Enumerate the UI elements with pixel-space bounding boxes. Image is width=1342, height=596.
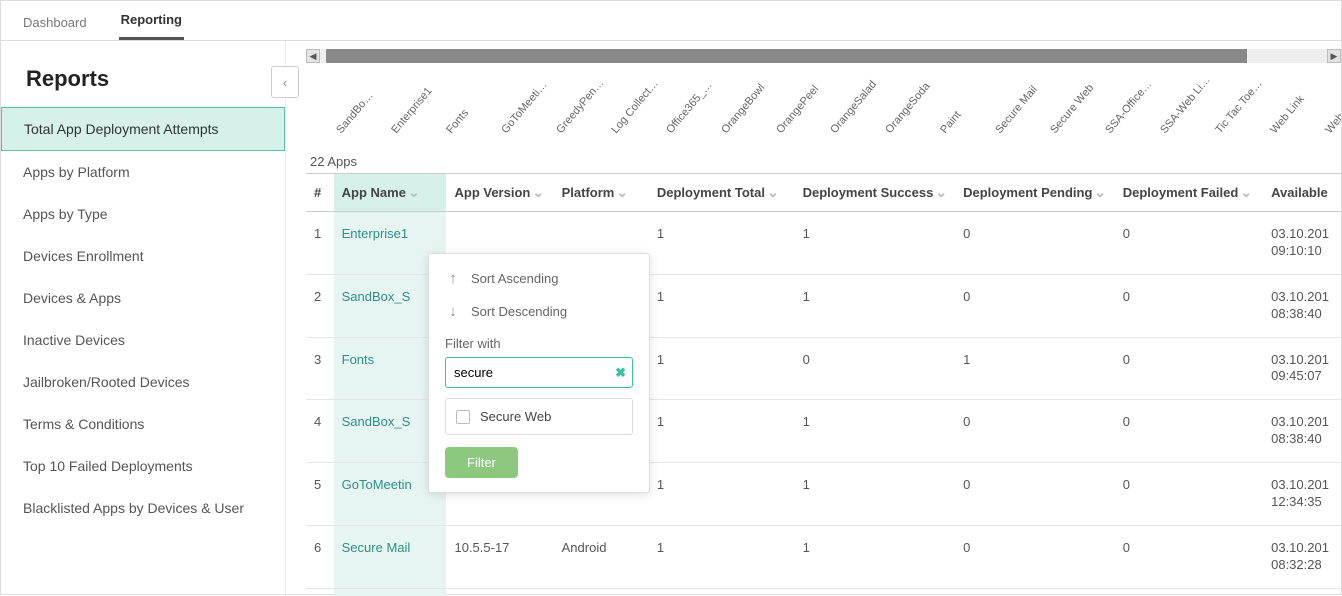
- cell-success: 1: [795, 525, 956, 588]
- cell-total: 1: [649, 463, 795, 526]
- report-list: Total App Deployment AttemptsApps by Pla…: [1, 107, 285, 529]
- cell-total: 1: [649, 212, 795, 275]
- scroll-right-button[interactable]: ▶: [1327, 49, 1341, 63]
- report-item[interactable]: Apps by Platform: [1, 151, 285, 193]
- filter-input[interactable]: [445, 357, 633, 388]
- tab-reporting[interactable]: Reporting: [119, 2, 184, 40]
- cell-available: 03.10.20112:34:35: [1263, 463, 1341, 526]
- cell-total: 1: [649, 337, 795, 400]
- report-item[interactable]: Terms & Conditions: [1, 403, 285, 445]
- cell-app-name[interactable]: Secure Mail: [334, 525, 447, 588]
- col-deploy-total[interactable]: Deployment Total⌄: [649, 174, 795, 212]
- cell-available: 03.10.20109:45:07: [1263, 337, 1341, 400]
- report-item[interactable]: Jailbroken/Rooted Devices: [1, 361, 285, 403]
- chart-x-labels: SandBo…Enterprise1FontsGoToMeeti…GreedyP…: [310, 69, 1337, 144]
- col-app-name[interactable]: App Name⌄: [334, 174, 447, 212]
- filter-option-label: Secure Web: [480, 409, 551, 424]
- tab-dashboard[interactable]: Dashboard: [21, 5, 89, 40]
- cell-available: 03.10.20109:10:10: [1263, 212, 1341, 275]
- report-item[interactable]: Devices & Apps: [1, 277, 285, 319]
- cell-failed: 0: [1115, 212, 1263, 275]
- col-deploy-pending[interactable]: Deployment Pending⌄: [955, 174, 1115, 212]
- top-tabbar: Dashboard Reporting: [1, 1, 1341, 41]
- cell-total: 1: [649, 525, 795, 588]
- cell-num: 5: [306, 463, 334, 526]
- chevron-down-icon[interactable]: ⌄: [408, 184, 420, 201]
- col-deploy-success[interactable]: Deployment Success⌄: [795, 174, 956, 212]
- report-item[interactable]: Blacklisted Apps by Devices & User: [1, 487, 285, 529]
- cell-num: 1: [306, 212, 334, 275]
- cell-version: 10.5.5-17: [446, 525, 553, 588]
- col-app-version[interactable]: App Version⌄: [446, 174, 553, 212]
- cell-pending: 0: [955, 212, 1115, 275]
- cell-failed: 0: [1115, 274, 1263, 337]
- chevron-down-icon[interactable]: ⌄: [1240, 184, 1252, 201]
- chevron-down-icon[interactable]: ⌄: [532, 184, 544, 201]
- sort-ascending-option[interactable]: ↑ Sort Ascending: [429, 262, 649, 295]
- report-item[interactable]: Total App Deployment Attempts: [1, 107, 285, 151]
- scroll-left-button[interactable]: ◀: [306, 49, 320, 63]
- main-content: ◀ ▶ SandBo…Enterprise1FontsGoToMeeti…Gre…: [286, 41, 1341, 596]
- chevron-down-icon[interactable]: ⌄: [767, 184, 779, 201]
- cell-failed: 0: [1115, 525, 1263, 588]
- cell-pending: 0: [955, 274, 1115, 337]
- sidebar: ‹ Reports Total App Deployment AttemptsA…: [1, 41, 286, 596]
- chevron-down-icon[interactable]: ⌄: [935, 184, 947, 201]
- cell-pending: 1: [955, 337, 1115, 400]
- cell-pending: 0: [955, 400, 1115, 463]
- cell-failed: 0: [1115, 337, 1263, 400]
- cell-success: 1: [795, 463, 956, 526]
- cell-pending: 0: [955, 463, 1115, 526]
- cell-failed: 0: [1115, 400, 1263, 463]
- chart-axis-strip: ◀ ▶ SandBo…Enterprise1FontsGoToMeeti…Gre…: [306, 49, 1341, 144]
- filter-button[interactable]: Filter: [445, 447, 518, 478]
- scroll-thumb-left[interactable]: [320, 49, 326, 63]
- table-row[interactable]: 6Secure Mail10.5.5-17Android110003.10.20…: [306, 525, 1341, 588]
- cell-available: 03.10.20108:32:28: [1263, 525, 1341, 588]
- report-item[interactable]: Apps by Type: [1, 193, 285, 235]
- arrow-down-icon: ↓: [445, 303, 461, 320]
- cell-total: 1: [649, 274, 795, 337]
- cell-success: 0: [795, 337, 956, 400]
- report-item[interactable]: Devices Enrollment: [1, 235, 285, 277]
- chart-scrollbar[interactable]: ◀ ▶: [316, 49, 1331, 63]
- cell-num: 4: [306, 400, 334, 463]
- cell-available: 03.10.20108:38:40: [1263, 400, 1341, 463]
- cell-success: 1: [795, 400, 956, 463]
- col-number[interactable]: #: [306, 174, 334, 212]
- cell-num: 2: [306, 274, 334, 337]
- report-item[interactable]: Inactive Devices: [1, 319, 285, 361]
- cell-total: 1: [649, 400, 795, 463]
- cell-num: 3: [306, 337, 334, 400]
- clear-input-icon[interactable]: ✖: [615, 365, 626, 381]
- cell-success: 1: [795, 212, 956, 275]
- col-available[interactable]: Available: [1263, 174, 1341, 212]
- col-deploy-failed[interactable]: Deployment Failed⌄: [1115, 174, 1263, 212]
- cell-success: 1: [795, 274, 956, 337]
- cell-num: 6: [306, 525, 334, 588]
- cell-pending: 0: [955, 525, 1115, 588]
- chevron-down-icon[interactable]: ⌄: [1094, 184, 1106, 201]
- cell-failed: 0: [1115, 463, 1263, 526]
- cell-available: 03.10.20108:38:40: [1263, 274, 1341, 337]
- filter-with-label: Filter with: [429, 328, 649, 357]
- arrow-up-icon: ↑: [445, 270, 461, 287]
- column-filter-popup: ↑ Sort Ascending ↓ Sort Descending Filte…: [428, 253, 650, 493]
- sidebar-title: Reports: [1, 41, 285, 107]
- cell-platform: Android: [554, 525, 649, 588]
- chevron-down-icon[interactable]: ⌄: [616, 184, 628, 201]
- sort-descending-option[interactable]: ↓ Sort Descending: [429, 295, 649, 328]
- report-item[interactable]: Top 10 Failed Deployments: [1, 445, 285, 487]
- checkbox-icon[interactable]: [456, 410, 470, 424]
- filter-option-row[interactable]: Secure Web: [445, 398, 633, 435]
- scroll-thumb-right[interactable]: [1247, 49, 1327, 63]
- col-platform[interactable]: Platform⌄: [554, 174, 649, 212]
